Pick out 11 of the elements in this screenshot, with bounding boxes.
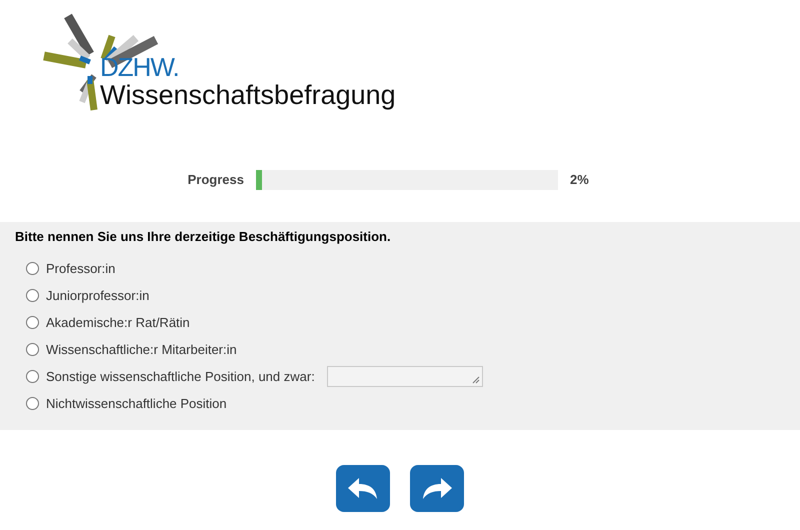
option-label[interactable]: Wissenschaftliche:r Mitarbeiter:in (46, 340, 237, 360)
option-label[interactable]: Sonstige wissenschaftliche Position, und zwar: (46, 366, 315, 386)
option-label[interactable]: Akademische:r Rat/Rätin (46, 312, 190, 332)
logo-title: Wissenschaftsbefragung (100, 82, 396, 109)
question-text: Bitte nennen Sie uns Ihre derzeitige Beschäftigungsposition. (15, 228, 392, 246)
option-label[interactable]: Nichtwissenschaftliche Position (46, 394, 227, 414)
progress-reading: 2% (570, 171, 589, 190)
option-label[interactable]: Professor:in (46, 258, 116, 278)
option-label[interactable]: Juniorprofessor:in (46, 286, 150, 306)
logo-acronym: DZHW. (100, 54, 180, 80)
progress-label: Progress (186, 171, 245, 190)
